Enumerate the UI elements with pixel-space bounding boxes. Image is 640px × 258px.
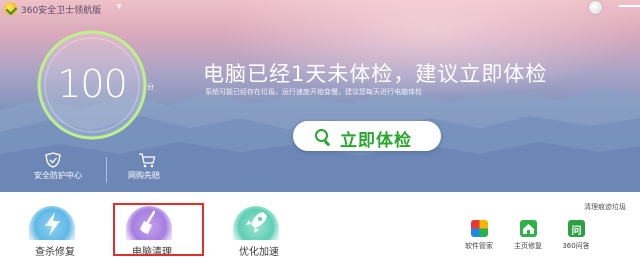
security-center-shortcut[interactable]: 安全防护中心: [34, 150, 94, 184]
tool-speed-up[interactable]: 优化加速: [219, 206, 299, 258]
homepage-repair-button[interactable]: 主页修复: [506, 220, 550, 256]
scan-now-label: 立即体检: [340, 131, 412, 151]
question-answer-button[interactable]: 问 360问答: [554, 220, 598, 256]
question-glyph: 问: [571, 226, 582, 237]
checkup-headline: 电脑已经1天未体检，建议立即体检: [203, 62, 548, 86]
title-bar: 360安全卫士领航版 ▾: [0, 0, 640, 18]
app-logo-icon: [4, 2, 17, 15]
homepage-repair-icon: [520, 220, 537, 237]
question-answer-icon: 问: [568, 220, 585, 237]
home-icon: [523, 224, 534, 234]
security-center-label: 安全防护中心: [34, 171, 82, 180]
lightning-icon: [45, 212, 60, 236]
repair-badge: [29, 206, 75, 240]
shopping-cart-icon: [139, 153, 156, 168]
checkup-subline: 系统可能已经存在垃圾，运行速度开始变慢，建议您每天进行电脑体检: [205, 88, 422, 96]
tool-virus-repair[interactable]: 查杀修复: [15, 206, 95, 258]
shortcut-divider: [106, 157, 107, 183]
search-icon: [315, 129, 328, 142]
rocket-icon: [246, 212, 267, 233]
health-score-value: 100: [57, 62, 128, 106]
health-score-ring: 100: [33, 26, 151, 144]
hero-banner: 360安全卫士领航版 ▾ 100 分 电脑已经1天未体检，建议立即体检 系统可能…: [0, 0, 640, 192]
mini-tool-label: 软件管家: [465, 242, 493, 250]
window-title: 360安全卫士领航版: [21, 6, 102, 16]
shopping-compensation-shortcut[interactable]: 网购先赔: [128, 150, 168, 184]
shopping-compensation-label: 网购先赔: [128, 171, 160, 180]
shield-icon: [45, 152, 61, 168]
title-menu-chevron-icon[interactable]: ▾: [117, 2, 122, 12]
mini-tool-label: 主页修复: [514, 242, 542, 250]
clean-traces-link[interactable]: 清理痕迹垃圾: [584, 202, 626, 212]
score-unit: 分: [147, 83, 154, 91]
software-manager-button[interactable]: 软件管家: [457, 220, 501, 256]
software-manager-icon: [471, 220, 488, 237]
selected-tool-highlight: [113, 203, 204, 256]
scan-now-button[interactable]: 立即体检: [293, 121, 441, 151]
window-controls[interactable]: [619, 5, 640, 7]
skin-ball-icon[interactable]: [589, 1, 602, 14]
speed-badge: [233, 206, 279, 240]
mini-tool-label: 360问答: [562, 242, 590, 250]
